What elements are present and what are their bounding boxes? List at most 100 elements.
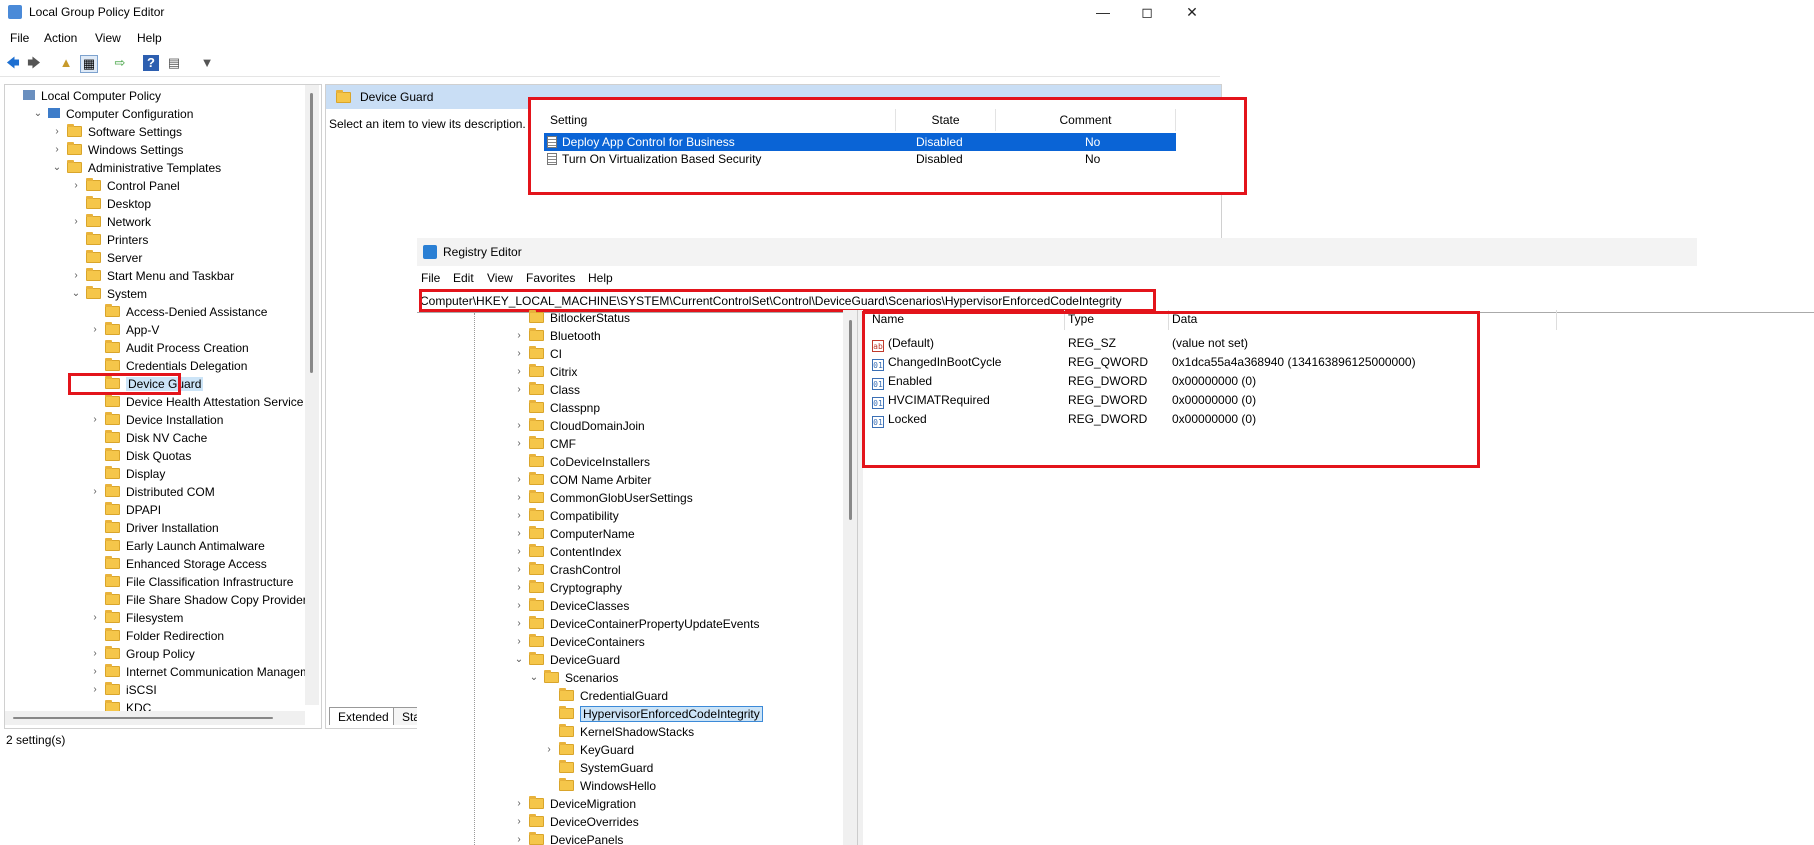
gpe-tree-item[interactable]: Device Health Attestation Service xyxy=(91,393,303,411)
reg-tree-item[interactable]: WindowsHello xyxy=(559,777,656,795)
filter-icon[interactable]: ▼ xyxy=(199,55,215,71)
chevron-right-icon[interactable]: › xyxy=(513,795,525,813)
gpe-tree-item[interactable]: File Share Shadow Copy Provider xyxy=(91,591,307,609)
gpe-tree-item[interactable]: Driver Installation xyxy=(91,519,219,537)
chevron-right-icon[interactable]: › xyxy=(51,141,63,159)
reg-tree-item[interactable]: › CommonGlobUserSettings xyxy=(517,489,693,507)
chevron-down-icon[interactable]: ⌄ xyxy=(513,651,525,669)
menu-file[interactable]: File xyxy=(10,31,29,45)
reg-tree-item[interactable]: CredentialGuard xyxy=(559,687,668,705)
chevron-right-icon[interactable]: › xyxy=(70,213,82,231)
reg-tree-item[interactable]: › CrashControl xyxy=(517,561,621,579)
reg-tree-item[interactable]: › ComputerName xyxy=(517,525,635,543)
tree-vertical-scrollbar[interactable] xyxy=(305,85,319,705)
chevron-down-icon[interactable]: ⌄ xyxy=(51,159,63,177)
gpe-tree-item[interactable]: Disk Quotas xyxy=(91,447,191,465)
reg-menu-view[interactable]: View xyxy=(487,271,513,285)
gpe-tree-item[interactable]: › Start Menu and Taskbar xyxy=(72,267,234,285)
chevron-right-icon[interactable]: › xyxy=(513,489,525,507)
reg-menu-file[interactable]: File xyxy=(421,271,440,285)
chevron-right-icon[interactable]: › xyxy=(89,411,101,429)
chevron-right-icon[interactable]: › xyxy=(513,525,525,543)
reg-tree-item[interactable]: KernelShadowStacks xyxy=(559,723,694,741)
gpe-tree-item[interactable]: Access-Denied Assistance xyxy=(91,303,267,321)
chevron-right-icon[interactable]: › xyxy=(513,543,525,561)
reg-tree-item[interactable]: HypervisorEnforcedCodeIntegrity xyxy=(559,705,763,723)
gpe-tree-item[interactable]: Audit Process Creation xyxy=(91,339,249,357)
chevron-right-icon[interactable]: › xyxy=(70,177,82,195)
reg-menu-edit[interactable]: Edit xyxy=(453,271,474,285)
chevron-right-icon[interactable]: › xyxy=(513,327,525,345)
chevron-right-icon[interactable]: › xyxy=(89,609,101,627)
gpe-tree-item[interactable]: › Device Installation xyxy=(91,411,223,429)
reg-tree-item[interactable]: › COM Name Arbiter xyxy=(517,471,651,489)
gpe-tree-item[interactable]: DPAPI xyxy=(91,501,161,519)
reg-tree-item[interactable]: › CI xyxy=(517,345,562,363)
chevron-right-icon[interactable]: › xyxy=(513,831,525,845)
reg-tree-item[interactable]: › CMF xyxy=(517,435,576,453)
gpe-tree-item[interactable]: Local Computer Policy xyxy=(15,87,161,105)
tree-scroll-thumb[interactable] xyxy=(310,93,313,373)
menu-help[interactable]: Help xyxy=(137,31,162,45)
reg-tree-item[interactable]: › CloudDomainJoin xyxy=(517,417,645,435)
gpe-tree-item[interactable]: ⌄ Administrative Templates xyxy=(53,159,221,177)
help-icon[interactable]: ? xyxy=(143,55,159,71)
reg-tree-item[interactable]: ⌄ Scenarios xyxy=(530,669,618,687)
gpe-tree-item[interactable]: Server xyxy=(72,249,142,267)
reg-tree-item[interactable]: › Citrix xyxy=(517,363,577,381)
chevron-right-icon[interactable]: › xyxy=(513,381,525,399)
chevron-down-icon[interactable]: ⌄ xyxy=(528,669,540,687)
gpe-tree-item[interactable]: › Distributed COM xyxy=(91,483,215,501)
chevron-right-icon[interactable]: › xyxy=(513,615,525,633)
chevron-right-icon[interactable]: › xyxy=(513,507,525,525)
chevron-right-icon[interactable]: › xyxy=(513,417,525,435)
forward-arrow-icon[interactable]: 🡆 xyxy=(26,55,42,71)
export-list-icon[interactable]: ⇨ xyxy=(112,55,128,71)
reg-tree-item[interactable]: › DeviceContainers xyxy=(517,633,645,651)
gpe-tree-item[interactable]: › Windows Settings xyxy=(53,141,183,159)
gpe-tree-item[interactable]: › Filesystem xyxy=(91,609,183,627)
reg-tree-item[interactable]: › Cryptography xyxy=(517,579,622,597)
reg-tree-item[interactable]: › Class xyxy=(517,381,580,399)
reg-tree-item[interactable]: › DeviceClasses xyxy=(517,597,629,615)
chevron-right-icon[interactable]: › xyxy=(513,813,525,831)
gpe-tree-item[interactable]: Desktop xyxy=(72,195,151,213)
chevron-right-icon[interactable]: › xyxy=(70,267,82,285)
close-icon[interactable]: ✕ xyxy=(1182,3,1202,21)
maximize-icon[interactable]: ◻ xyxy=(1137,3,1157,21)
chevron-right-icon[interactable]: › xyxy=(89,483,101,501)
chevron-right-icon[interactable]: › xyxy=(513,435,525,453)
gpe-tree-item[interactable]: Folder Redirection xyxy=(91,627,224,645)
properties-icon[interactable]: ▤ xyxy=(166,55,182,71)
chevron-right-icon[interactable]: › xyxy=(513,579,525,597)
reg-tree-item[interactable]: › Compatibility xyxy=(517,507,619,525)
reg-tree-item[interactable]: › DevicePanels xyxy=(517,831,623,845)
chevron-right-icon[interactable]: › xyxy=(513,561,525,579)
menu-view[interactable]: View xyxy=(95,31,121,45)
reg-tree-item[interactable]: Classpnp xyxy=(529,399,600,417)
gpe-tree-item[interactable]: Early Launch Antimalware xyxy=(91,537,265,555)
reg-tree-scroll-thumb[interactable] xyxy=(849,320,852,520)
chevron-right-icon[interactable]: › xyxy=(513,471,525,489)
reg-tree-item[interactable]: › DeviceContainerPropertyUpdateEvents xyxy=(517,615,759,633)
gpe-tree-item[interactable]: Disk NV Cache xyxy=(91,429,207,447)
tree-hscroll-thumb[interactable] xyxy=(13,717,273,719)
reg-tree-item[interactable]: › DeviceMigration xyxy=(517,795,636,813)
gpe-tree-item[interactable]: › Network xyxy=(72,213,151,231)
up-folder-icon[interactable]: ▲ xyxy=(58,55,74,71)
gpe-tree-item[interactable]: › Group Policy xyxy=(91,645,195,663)
gpe-tree-item[interactable]: › Control Panel xyxy=(72,177,180,195)
gpe-tree-item[interactable]: › iSCSI xyxy=(91,681,157,699)
reg-tree-item[interactable]: › Bluetooth xyxy=(517,327,601,345)
gpe-tree-item[interactable]: File Classification Infrastructure xyxy=(91,573,293,591)
reg-tree-item[interactable]: CoDeviceInstallers xyxy=(529,453,650,471)
reg-tree-item[interactable]: › ContentIndex xyxy=(517,543,621,561)
chevron-down-icon[interactable]: ⌄ xyxy=(32,105,44,123)
reg-menu-favorites[interactable]: Favorites xyxy=(526,271,575,285)
chevron-right-icon[interactable]: › xyxy=(513,345,525,363)
gpe-tree-item[interactable]: ⌄ Computer Configuration xyxy=(32,105,194,123)
gpe-tree-item[interactable]: ⌄ System xyxy=(72,285,147,303)
gpe-tree-item[interactable]: Printers xyxy=(72,231,148,249)
chevron-right-icon[interactable]: › xyxy=(89,321,101,339)
reg-tree-item[interactable]: SystemGuard xyxy=(559,759,653,777)
